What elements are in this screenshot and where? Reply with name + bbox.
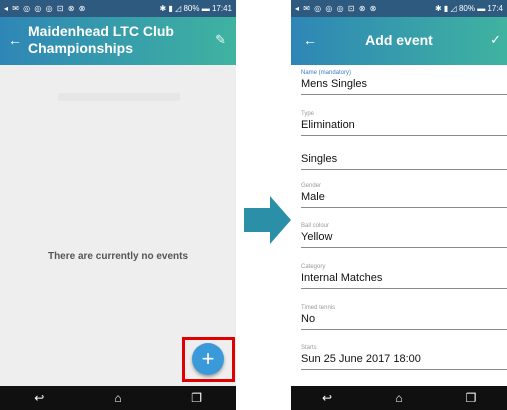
name-field[interactable]: Name (mandatory) Mens Singles (301, 70, 507, 95)
gender-select[interactable]: Male (301, 190, 507, 208)
system-nav-bar: ↩ ⌂ ❐ (0, 386, 236, 410)
type-select[interactable]: Elimination (301, 118, 507, 136)
name-label: Name (mandatory) (301, 70, 352, 76)
timed-tennis-field[interactable]: Timed tennis No (301, 305, 507, 330)
page-title: Maidenhead LTC Club Championships (28, 23, 174, 56)
left-phone-screen: ◂ ✉ ◎ ◎ ◎ ⊡ ⊗ ⊗ ✱ ▮ ◿ 80% ▬ 17:41 ← Maid… (0, 0, 236, 410)
plus-icon: + (201, 346, 215, 371)
ball-colour-field[interactable]: Ball colour Yellow (301, 223, 507, 248)
ball-colour-label: Ball colour (301, 223, 330, 229)
battery-level: 80% (183, 4, 200, 13)
nav-recent-icon[interactable]: ❐ (182, 391, 212, 405)
nav-home-icon[interactable]: ⌂ (103, 391, 133, 405)
ball-colour-select[interactable]: Yellow (301, 230, 507, 248)
type-label: Type (301, 111, 315, 117)
gender-field[interactable]: Gender Male (301, 183, 507, 208)
signal-icons: ✱ ▮ ◿ (159, 4, 182, 13)
timed-tennis-select[interactable]: No (301, 312, 507, 330)
status-time: 17:41 (211, 4, 232, 13)
system-nav-bar: ↩ ⌂ ❐ (291, 386, 507, 410)
nav-recent-icon[interactable]: ❐ (456, 391, 486, 405)
status-right: ✱ ▮ ◿ 80% ▬ 17:4 (435, 4, 503, 13)
battery-level: 80% (458, 4, 475, 13)
category-field[interactable]: Category Internal Matches (301, 264, 507, 289)
transition-arrow-icon (244, 196, 291, 244)
starts-field[interactable]: Starts Sun 25 June 2017 18:00 (301, 345, 507, 370)
status-right: ✱ ▮ ◿ 80% ▬ 17:41 (160, 4, 232, 13)
format-field[interactable]: Singles (301, 152, 507, 170)
status-time: 17:4 (487, 4, 503, 13)
starts-picker[interactable]: Sun 25 June 2017 18:00 (301, 352, 507, 370)
battery-icon: ▬ (477, 4, 486, 13)
nav-back-icon[interactable]: ↩ (312, 391, 342, 405)
battery-icon: ▬ (201, 4, 210, 13)
notification-icons: ◂ ✉ ◎ ◎ ◎ ⊡ ⊗ ⊗ (295, 4, 378, 13)
type-field[interactable]: Type Elimination (301, 111, 507, 136)
gender-label: Gender (301, 183, 322, 189)
nav-home-icon[interactable]: ⌂ (384, 391, 414, 405)
status-bar: ◂ ✉ ◎ ◎ ◎ ⊡ ⊗ ⊗ ✱ ▮ ◿ 80% ▬ 17:41 (0, 0, 236, 17)
signal-icons: ✱ ▮ ◿ (435, 4, 457, 13)
timed-tennis-label: Timed tennis (301, 305, 336, 311)
page-title: Add event (365, 32, 433, 48)
faded-placeholder (58, 93, 180, 101)
name-input[interactable]: Mens Singles (301, 77, 507, 95)
arrow-left-icon[interactable]: ← (8, 31, 22, 49)
notification-icons: ◂ ✉ ◎ ◎ ◎ ⊡ ⊗ ⊗ (4, 4, 87, 13)
pencil-icon[interactable]: ✎ (215, 31, 226, 49)
app-bar: ← Add event ✓ (291, 17, 507, 65)
starts-label: Starts (301, 345, 317, 351)
category-label: Category (301, 264, 326, 270)
category-select[interactable]: Internal Matches (301, 271, 507, 289)
check-icon[interactable]: ✓ (490, 31, 501, 49)
format-select[interactable]: Singles (301, 152, 507, 170)
app-bar: ← Maidenhead LTC Club Championships ✎ (0, 17, 236, 65)
status-bar: ◂ ✉ ◎ ◎ ◎ ⊡ ⊗ ⊗ ✱ ▮ ◿ 80% ▬ 17:4 (291, 0, 507, 17)
add-event-button[interactable]: + (192, 343, 224, 375)
nav-back-icon[interactable]: ↩ (24, 391, 54, 405)
empty-state-message: There are currently no events (47, 251, 189, 262)
right-phone-screen: ◂ ✉ ◎ ◎ ◎ ⊡ ⊗ ⊗ ✱ ▮ ◿ 80% ▬ 17:4 ← Add e… (291, 0, 507, 410)
add-event-form: Name (mandatory) Mens Singles Type Elimi… (291, 65, 507, 386)
